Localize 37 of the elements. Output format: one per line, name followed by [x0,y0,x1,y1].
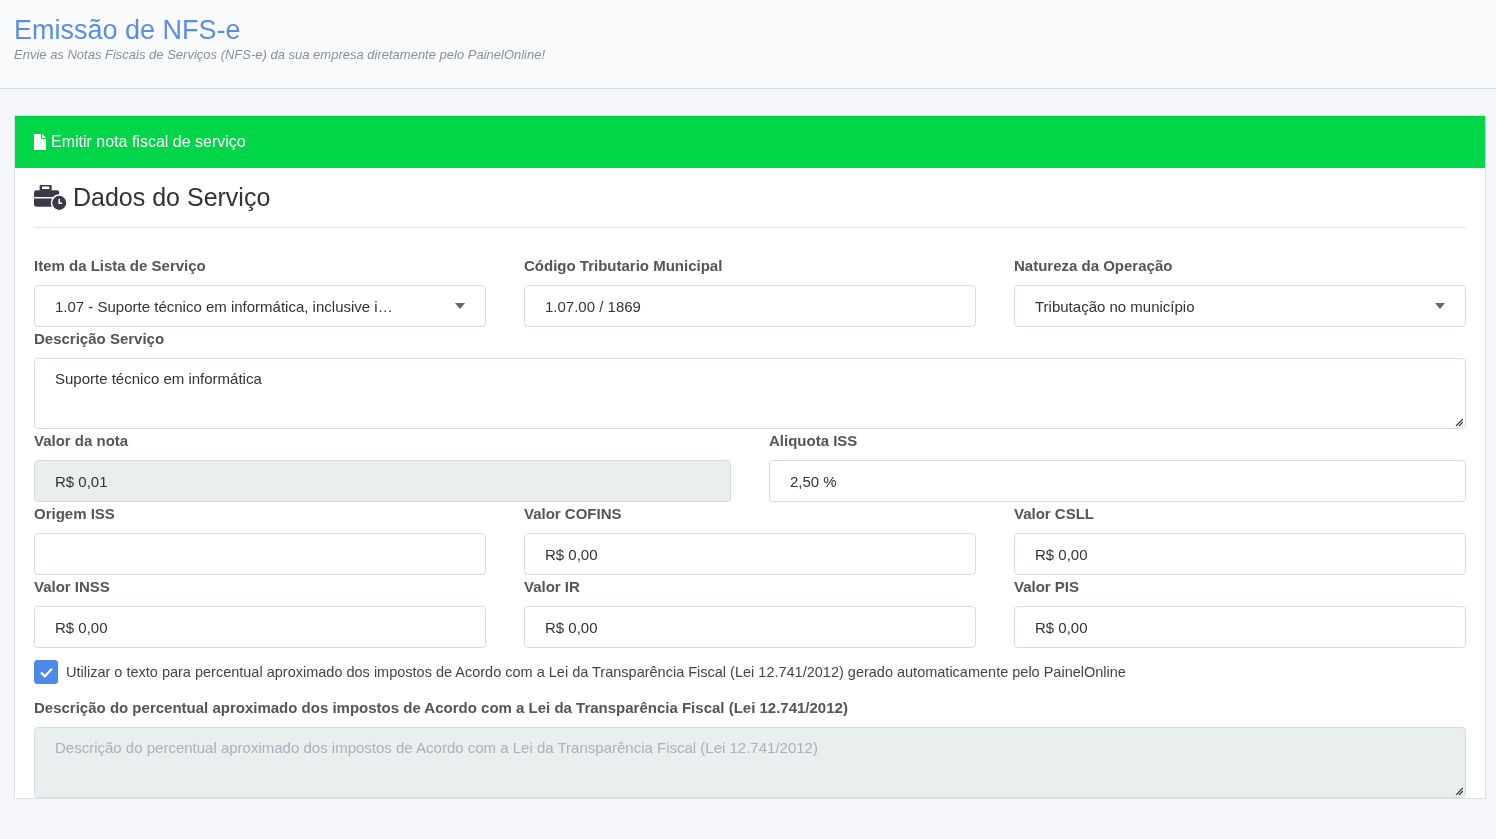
checkbox-label: Utilizar o texto para percentual aproximado dos impostos de Acordo com a Lei da Transparência Fiscal (Lei 12.741/2012) gerado automaticamente pelo PainelOnline [66,664,1126,680]
input-field[interactable]: R$ 0,00 [34,606,486,648]
input-field[interactable]: 2,50 % [769,460,1466,502]
field-label: Descrição Serviço [34,329,166,349]
field-label: Aliquota ISS [769,431,859,451]
field-label: Código Tributario Municipal [524,256,724,276]
card-title: Emitir nota fiscal de serviço [51,133,246,151]
input-field[interactable]: R$ 0,00 [524,606,976,648]
field-label: Descrição do percentual aproximado dos impostos de Acordo com a Lei da Transparência Fiscal (Lei 12.741/2012) [34,698,849,718]
input-field[interactable] [34,533,486,575]
caret-icon [455,303,465,309]
field-label: Valor PIS [1014,577,1081,597]
resize-grip-icon [1455,787,1463,795]
briefcase-clock-icon [34,184,67,211]
field-label: Valor da nota [34,431,130,451]
input-field[interactable]: R$ 0,00 [524,533,976,575]
resize-grip-icon [1455,418,1463,426]
select-field[interactable]: Tributação no município [1014,285,1466,327]
page-title: Emissão de NFS-e [14,14,242,46]
caret-icon [1435,303,1445,309]
input-field[interactable]: R$ 0,00 [1014,606,1466,648]
document-icon [34,134,46,150]
input-field[interactable]: 1.07.00 / 1869 [524,285,976,327]
field-label: Natureza da Operação [1014,256,1174,276]
field-label: Valor IR [524,577,581,597]
field-label: Origem ISS [34,504,116,524]
checkmark-icon [39,666,53,678]
field-label: Item da Lista de Serviço [34,256,207,276]
page-subtitle: Envie as Notas Fiscais de Serviços (NFS-e) da sua empresa diretamente pelo PainelOnline! [14,47,547,62]
field-label: Valor INSS [34,577,111,597]
checkbox[interactable] [34,660,58,684]
section-title: Dados do Serviço [73,183,271,212]
text-area[interactable]: Suporte técnico em informática [34,358,1466,429]
select-field[interactable]: 1.07 - Suporte técnico em informática, inclusive i… [34,285,486,327]
field-label: Valor CSLL [1014,504,1096,524]
field-label: Valor COFINS [524,504,623,524]
input-field[interactable]: R$ 0,00 [1014,533,1466,575]
